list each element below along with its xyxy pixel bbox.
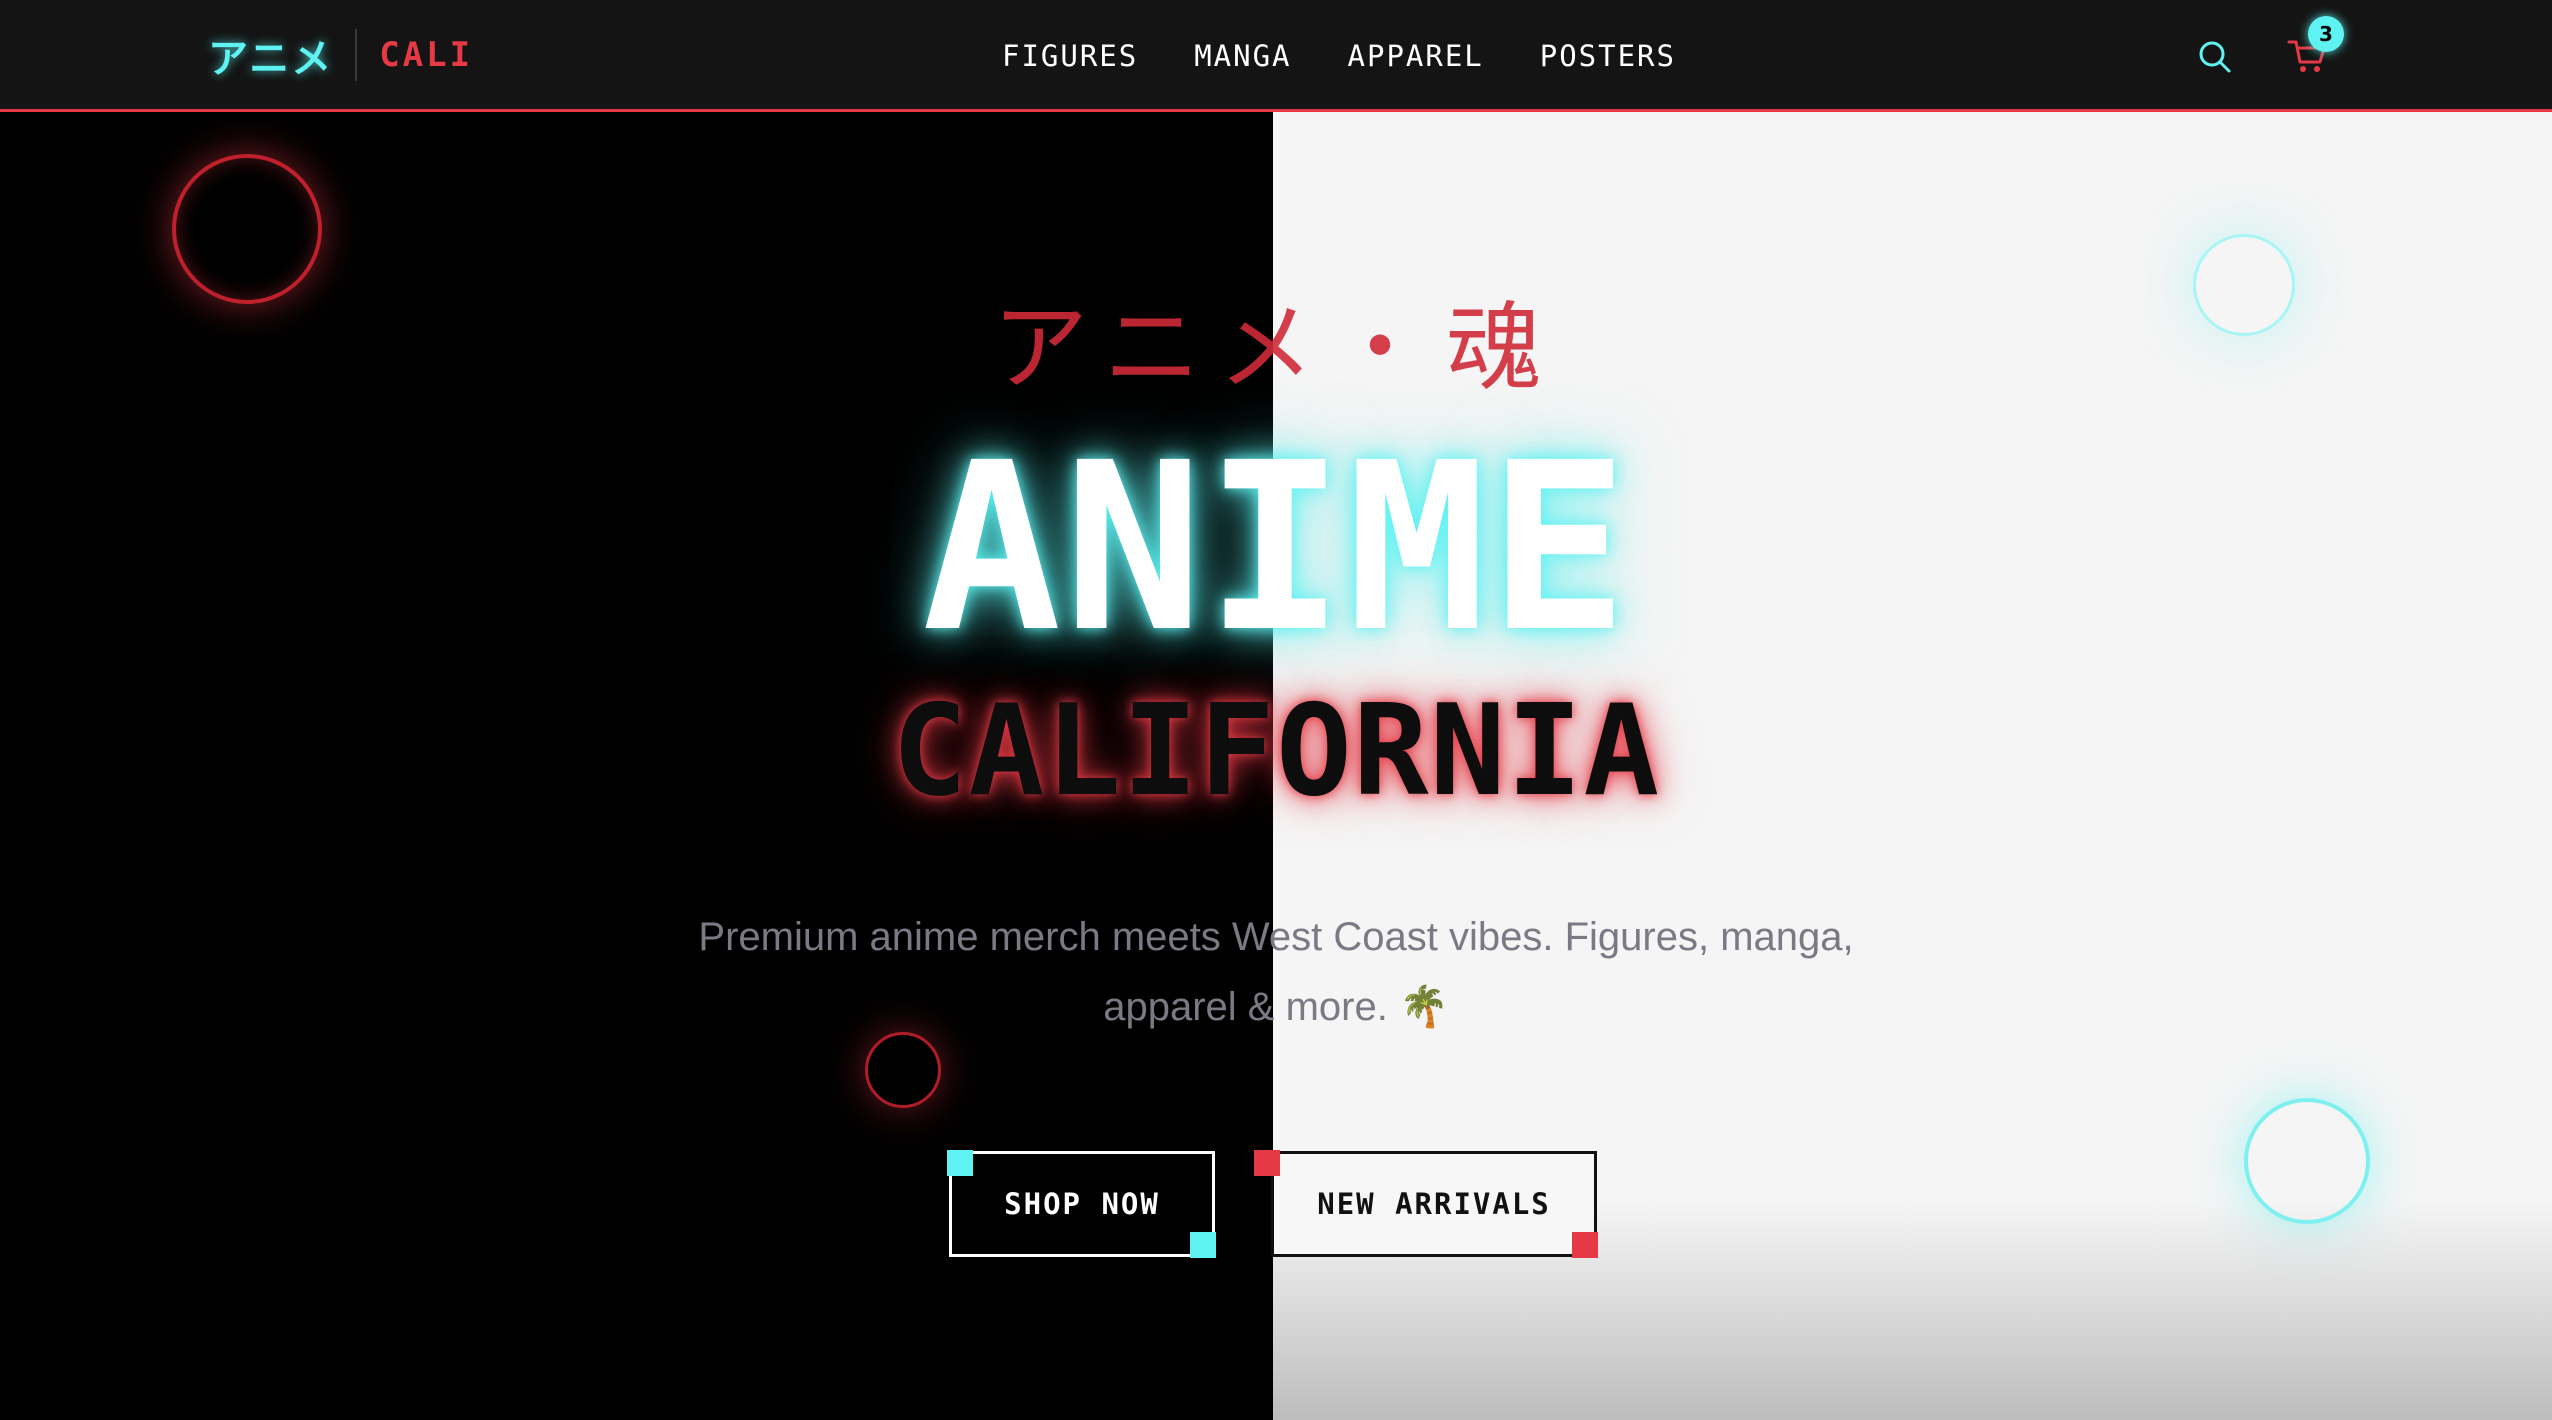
main-navigation: FIGURES MANGA APPAREL POSTERS [1002, 32, 1676, 80]
brand-logo-english: CALI [379, 35, 474, 75]
cart-count-badge: 3 [2308, 16, 2344, 52]
shop-now-button[interactable]: SHOP NOW [949, 1151, 1215, 1257]
hero-japanese-title: アニメ・魂 [991, 292, 1561, 404]
shop-button-corner-bottom-right [1190, 1232, 1216, 1258]
nav-link-manga[interactable]: MANGA [1194, 39, 1291, 73]
brand-divider [355, 29, 358, 81]
new-arrivals-corner-bottom-right [1572, 1232, 1598, 1258]
decorative-ring-red-small [865, 1032, 941, 1108]
nav-link-apparel[interactable]: APPAREL [1348, 39, 1484, 73]
decorative-ring-cyan-bottom [2244, 1098, 2370, 1224]
hero-tagline-line-1: Premium anime merch meets West Coast vib… [698, 915, 1854, 959]
hero-tagline-line-2: apparel & more. 🌴 [1103, 985, 1449, 1029]
search-icon [2199, 41, 2231, 73]
nav-link-figures[interactable]: FIGURES [1002, 39, 1138, 73]
top-navbar: アニメ CALI FIGURES MANGA APPAREL POSTERS 3 [0, 0, 2552, 112]
shop-button-corner-top-left [947, 1150, 973, 1176]
brand-logo-japanese: アニメ [208, 36, 334, 82]
search-button[interactable] [2196, 38, 2234, 76]
brand-logo[interactable]: アニメ CALI [208, 26, 473, 84]
new-arrivals-button[interactable]: NEW ARRIVALS [1271, 1151, 1597, 1257]
hero-subtitle: CALIFORNIA [891, 677, 1661, 824]
new-arrivals-corner-top-left [1254, 1150, 1280, 1176]
nav-link-posters[interactable]: POSTERS [1540, 39, 1676, 73]
hero-tagline: Premium anime merch meets West Coast vib… [676, 902, 1876, 1042]
hero-title: ANIME [921, 413, 1631, 683]
